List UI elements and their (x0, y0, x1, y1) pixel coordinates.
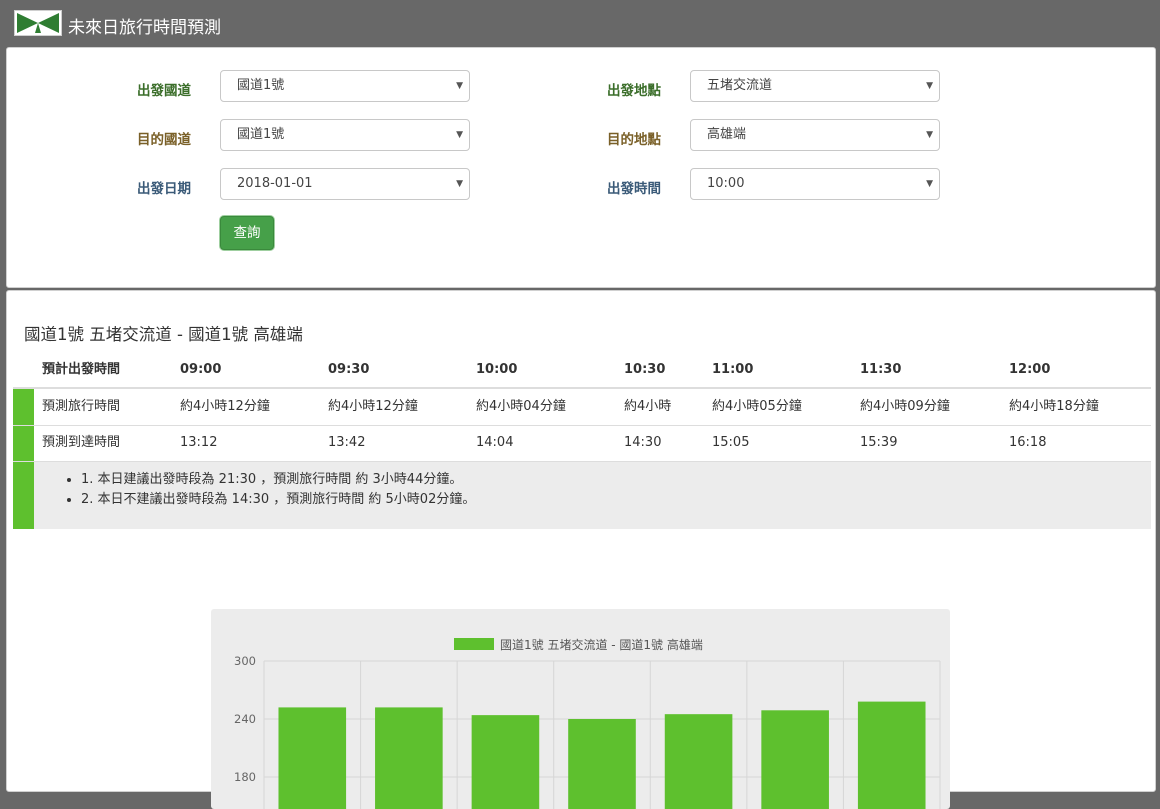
dest-road-select[interactable]: 國道1號 ▼ (220, 119, 470, 151)
table-cell: 16:18 (1009, 435, 1047, 450)
app-header: 未來日旅行時間預測 (0, 0, 1160, 47)
chart-bar (664, 714, 733, 809)
chevron-down-icon: ▼ (926, 130, 933, 140)
table-header-cell: 11:00 (712, 362, 754, 377)
arrive-time-label: 預測到達時間 (42, 435, 121, 450)
travel-time-label: 預測旅行時間 (42, 399, 121, 414)
chart-canvas: 國道1號 五堵交流道 - 國道1號 高雄端 300 240 180 (234, 637, 941, 809)
chart-bar (375, 707, 443, 809)
chevron-down-icon: ▼ (456, 179, 463, 189)
dest-road-label: 目的國道 (137, 132, 191, 148)
table-cell: 約4小時18分鐘 (1009, 399, 1099, 414)
table-cell: 13:42 (328, 435, 366, 450)
depart-time-header: 預計出發時間 (42, 362, 121, 377)
chart-bar (761, 710, 829, 809)
date-label: 出發日期 (137, 181, 191, 197)
table-header-cell: 11:30 (860, 362, 902, 377)
chart-bar (471, 715, 540, 809)
highway-logo (14, 10, 62, 36)
table-cell: 14:04 (476, 435, 514, 450)
chart-bar (278, 707, 347, 809)
y-tick-label: 300 (234, 654, 256, 668)
depart-place-label: 出發地點 (607, 83, 661, 99)
list-item: 1. 本日建議出發時段為 21:30 ，預測旅行時間 約 3小時44分鐘。 (81, 470, 1151, 490)
table-cell: 約4小時05分鐘 (712, 399, 802, 414)
travel-time-chart: 國道1號 五堵交流道 - 國道1號 高雄端 300 240 180 (211, 609, 950, 809)
table-header-cell: 10:00 (476, 362, 518, 377)
table-header-row: 預計出發時間 09:00 09:30 10:00 10:30 11:00 11:… (13, 353, 1151, 389)
depart-place-value: 五堵交流道 (707, 78, 773, 93)
dest-place-value: 高雄端 (707, 127, 747, 142)
table-cell: 約4小時09分鐘 (860, 399, 950, 414)
dest-place-select[interactable]: 高雄端 ▼ (690, 119, 940, 151)
depart-road-select[interactable]: 國道1號 ▼ (220, 70, 470, 102)
recommendation-box: 1. 本日建議出發時段為 21:30 ，預測旅行時間 約 3小時44分鐘。 2.… (34, 462, 1151, 529)
y-tick-label: 240 (234, 712, 256, 726)
date-select[interactable]: 2018-01-01 ▼ (220, 168, 470, 200)
depart-road-value: 國道1號 (237, 78, 285, 93)
table-header-cell: 12:00 (1009, 362, 1051, 377)
route-title: 國道1號 五堵交流道 - 國道1號 高雄端 (24, 325, 303, 344)
depart-road-label: 出發國道 (137, 83, 191, 99)
table-cell: 約4小時 (624, 399, 672, 414)
table-cell: 15:39 (860, 435, 898, 450)
query-button[interactable]: 查詢 (220, 216, 274, 250)
chevron-down-icon: ▼ (926, 179, 933, 189)
legend-label: 國道1號 五堵交流道 - 國道1號 高雄端 (500, 637, 703, 652)
query-panel: 出發國道 國道1號 ▼ 出發地點 五堵交流道 ▼ 目的國道 國道1號 ▼ 目的地… (6, 47, 1156, 288)
table-row-arrive: 預測到達時間 13:12 13:42 14:04 14:30 15:05 15:… (13, 425, 1151, 462)
table-cell: 約4小時12分鐘 (328, 399, 418, 414)
table-header-cell: 09:30 (328, 362, 370, 377)
chart-bar (568, 719, 636, 809)
date-value: 2018-01-01 (237, 176, 313, 191)
dest-place-label: 目的地點 (607, 132, 661, 148)
table-header-cell: 10:30 (624, 362, 666, 377)
table-cell: 約4小時04分鐘 (476, 399, 566, 414)
time-value: 10:00 (707, 176, 745, 191)
recommendation-list: 1. 本日建議出發時段為 21:30 ，預測旅行時間 約 3小時44分鐘。 2.… (34, 462, 1151, 510)
chart-bar (857, 701, 926, 809)
legend-swatch (454, 638, 494, 650)
app-title: 未來日旅行時間預測 (68, 18, 221, 38)
table-cell: 15:05 (712, 435, 750, 450)
table-row-travel: 預測旅行時間 約4小時12分鐘 約4小時12分鐘 約4小時04分鐘 約4小時 約… (13, 389, 1151, 426)
depart-place-select[interactable]: 五堵交流道 ▼ (690, 70, 940, 102)
table-cell: 13:12 (180, 435, 218, 450)
dest-road-value: 國道1號 (237, 127, 285, 142)
table-cell: 14:30 (624, 435, 662, 450)
time-select[interactable]: 10:00 ▼ (690, 168, 940, 200)
table-cell: 約4小時12分鐘 (180, 399, 270, 414)
table-header-cell: 09:00 (180, 362, 222, 377)
chevron-down-icon: ▼ (456, 130, 463, 140)
time-label: 出發時間 (607, 181, 661, 197)
chevron-down-icon: ▼ (456, 81, 463, 91)
chevron-down-icon: ▼ (926, 81, 933, 91)
list-item: 2. 本日不建議出發時段為 14:30 ，預測旅行時間 約 5小時02分鐘。 (81, 490, 1151, 510)
y-tick-label: 180 (234, 770, 256, 784)
result-panel: 國道1號 五堵交流道 - 國道1號 高雄端 預計出發時間 09:00 09:30… (6, 290, 1156, 809)
